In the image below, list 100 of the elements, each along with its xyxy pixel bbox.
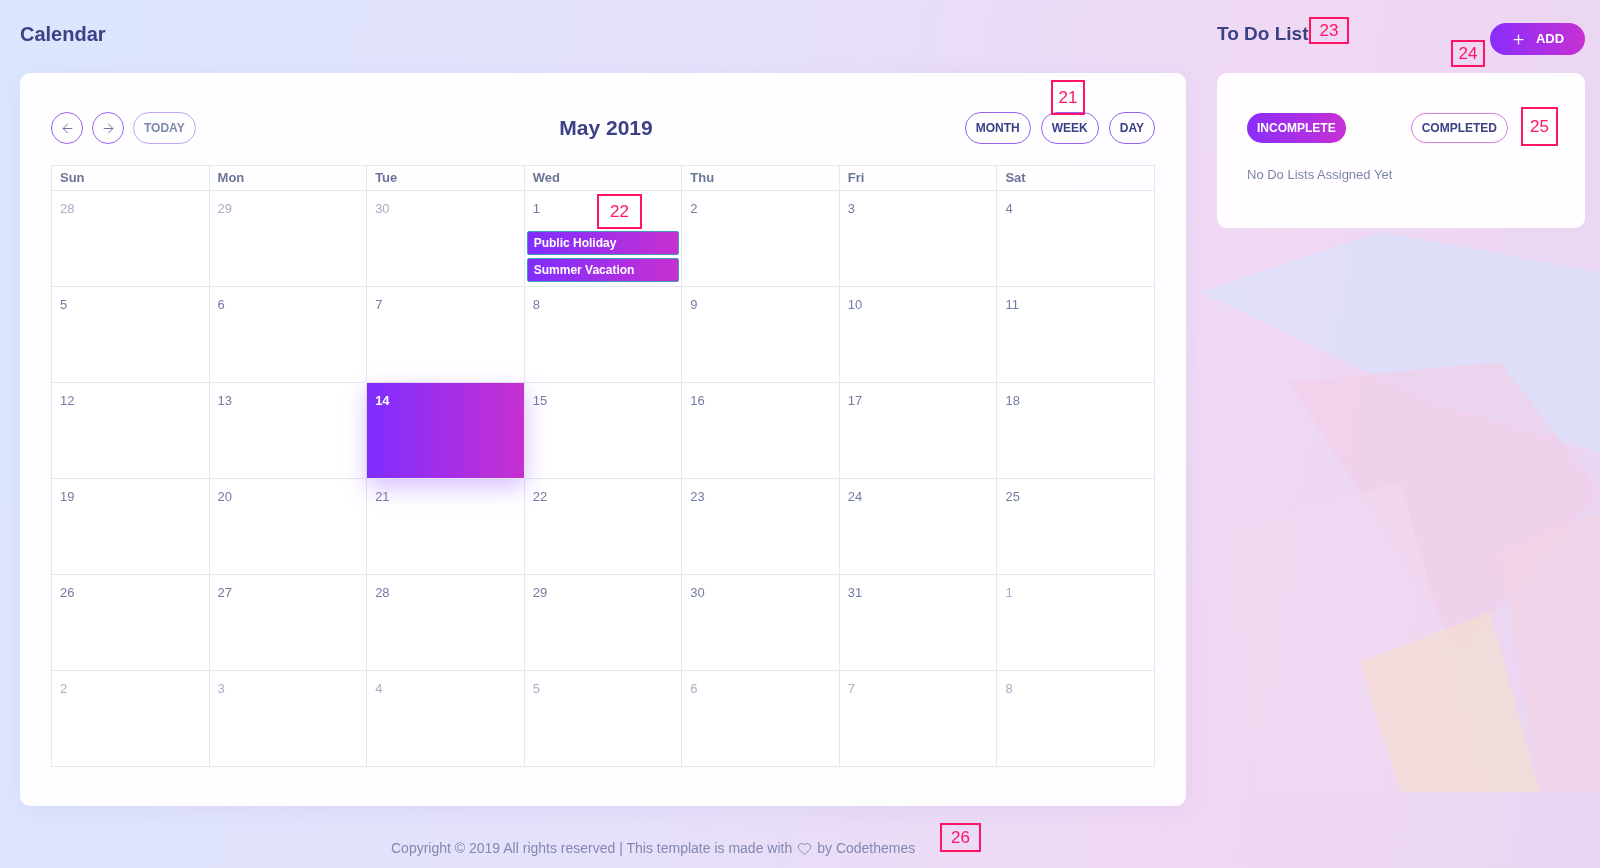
day-number: 14 [375, 393, 390, 409]
day-number: 1 [532, 201, 540, 217]
day-cell[interactable]: 29 [209, 191, 368, 287]
day-number: 18 [1005, 393, 1020, 409]
day-cell[interactable]: 8 [997, 671, 1155, 767]
day-cell[interactable]: 6 [209, 287, 368, 383]
day-cell[interactable]: 12 [52, 383, 210, 479]
day-cell[interactable]: 17 [839, 383, 998, 479]
day-cell[interactable]: 26 [52, 575, 210, 671]
day-cell[interactable]: 30 [367, 191, 525, 287]
day-cell[interactable]: 3 [839, 191, 998, 287]
add-button[interactable]: ADD [1490, 23, 1585, 55]
day-cell[interactable]: 19 [52, 479, 210, 575]
day-cell[interactable]: 13 [209, 383, 368, 479]
day-number: 30 [375, 201, 390, 217]
day-number: 7 [375, 297, 383, 313]
day-cell[interactable]: 23 [682, 479, 840, 575]
day-cell[interactable]: 27 [209, 575, 368, 671]
annotation-marker: 21 [1051, 80, 1085, 115]
day-cell[interactable]: 1 [997, 575, 1155, 671]
day-cell[interactable]: 21 [367, 479, 525, 575]
day-number: 10 [847, 297, 863, 313]
day-number: 21 [375, 489, 390, 505]
day-number: 15 [532, 393, 548, 409]
plus-icon [1510, 31, 1526, 47]
day-cell[interactable]: 30 [682, 575, 840, 671]
day-number: 5 [532, 681, 540, 697]
day-number: 11 [1005, 297, 1019, 313]
day-cell[interactable]: 5 [524, 671, 683, 767]
day-cell[interactable]: 18 [997, 383, 1155, 479]
day-cell[interactable]: 2 [682, 191, 840, 287]
event-chip[interactable]: Summer Vacation [526, 258, 680, 282]
day-cell[interactable]: 14 [367, 383, 525, 479]
credit-text: by Codethemes [817, 839, 916, 858]
day-number: 2 [60, 681, 68, 697]
day-number: 8 [1005, 681, 1013, 697]
day-number: 6 [690, 681, 698, 697]
day-number: 1 [1005, 585, 1013, 601]
day-cell[interactable]: 15 [524, 383, 683, 479]
month-title: May 2019 [559, 115, 653, 141]
day-number: 3 [847, 201, 856, 217]
day-number: 17 [847, 393, 863, 409]
day-cell[interactable]: 24 [839, 479, 998, 575]
day-number: 4 [1005, 201, 1013, 217]
page-title: Calendar [20, 22, 106, 47]
day-number: 23 [690, 489, 705, 505]
day-number: 3 [217, 681, 225, 697]
todo-title: To Do List [1217, 22, 1309, 46]
day-cell[interactable]: 4 [367, 671, 525, 767]
day-number: 20 [217, 489, 233, 505]
day-number: 28 [60, 201, 75, 217]
day-number: 12 [60, 393, 75, 409]
day-cell[interactable]: 3 [209, 671, 368, 767]
annotation-marker: 25 [1521, 107, 1558, 146]
heart-icon [797, 841, 813, 856]
day-cell[interactable]: 22 [524, 479, 683, 575]
day-number: 22 [532, 489, 548, 505]
day-number: 29 [532, 585, 548, 601]
day-cell[interactable]: 20 [209, 479, 368, 575]
day-number: 9 [690, 297, 698, 313]
day-cell[interactable]: 8 [524, 287, 683, 383]
day-cell[interactable]: 5 [52, 287, 210, 383]
day-cell[interactable]: 9 [682, 287, 840, 383]
day-cell[interactable]: 6 [682, 671, 840, 767]
day-cell[interactable]: 7 [839, 671, 998, 767]
day-number: 19 [60, 489, 75, 505]
day-number: 26 [60, 585, 75, 601]
day-number: 6 [217, 297, 225, 313]
day-number: 5 [60, 297, 68, 313]
day-cell[interactable]: 16 [682, 383, 840, 479]
day-number: 4 [375, 681, 383, 697]
day-cell[interactable]: 2 [52, 671, 210, 767]
todo-tab[interactable]: COMPLETED [1410, 113, 1508, 143]
day-number: 31 [847, 585, 863, 601]
day-number: 28 [375, 585, 390, 601]
day-number: 24 [847, 489, 863, 505]
day-number: 8 [532, 297, 540, 313]
annotation-marker: 26 [940, 823, 981, 852]
day-number: 25 [1005, 489, 1020, 505]
day-cell[interactable]: 4 [997, 191, 1155, 287]
todo-tab[interactable]: INCOMPLETE [1247, 113, 1346, 143]
day-cell[interactable]: 28 [52, 191, 210, 287]
event-chip[interactable]: Public Holiday [526, 231, 680, 255]
day-cell[interactable]: 11 [997, 287, 1155, 383]
empty-message: No Do Lists Assigned Yet [1247, 166, 1394, 184]
day-cell[interactable]: 29 [524, 575, 683, 671]
day-number: 7 [847, 681, 856, 697]
day-cell[interactable]: 25 [997, 479, 1155, 575]
day-number: 27 [217, 585, 233, 601]
day-number: 16 [690, 393, 705, 409]
day-number: 30 [690, 585, 705, 601]
annotation-marker: 22 [597, 194, 642, 229]
annotation-marker: 24 [1451, 40, 1485, 67]
day-cell[interactable]: 28 [367, 575, 525, 671]
day-number: 2 [690, 201, 698, 217]
day-cell[interactable]: 7 [367, 287, 525, 383]
day-cell[interactable]: 10 [839, 287, 998, 383]
day-cell[interactable]: 31 [839, 575, 998, 671]
day-number: 29 [217, 201, 233, 217]
copyright-text: Copyright © 2019 All rights reserved | This template is made with [391, 839, 793, 858]
